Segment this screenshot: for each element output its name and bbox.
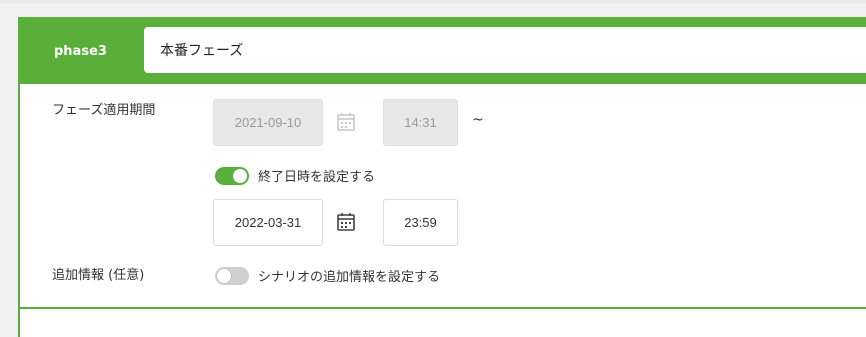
phase-name-input[interactable]: [144, 27, 866, 73]
period-label: フェーズ適用期間: [52, 103, 156, 118]
calendar-icon[interactable]: [335, 211, 357, 233]
extra-info-toggle-label: シナリオの追加情報を設定する: [258, 270, 441, 285]
period-separator: ~: [472, 112, 484, 128]
phase-id-label: phase3: [54, 44, 107, 59]
end-datetime-toggle[interactable]: [215, 167, 249, 185]
end-date-field[interactable]: 2022-03-31: [213, 199, 323, 246]
toggle-knob: [217, 269, 231, 283]
toggle-knob: [233, 169, 247, 183]
phase-card: phase3 フェーズ適用期間 2021-09-10 14:31 ~ 終了日時を…: [18, 17, 866, 337]
extra-info-toggle[interactable]: [215, 267, 249, 285]
top-divider: [0, 0, 866, 3]
phase-header: phase3: [20, 19, 866, 84]
end-datetime-toggle-label: 終了日時を設定する: [258, 170, 376, 185]
calendar-icon: [335, 111, 357, 133]
end-time-field[interactable]: 23:59: [383, 199, 458, 246]
start-time-field[interactable]: 14:31: [383, 99, 458, 146]
extra-info-label: 追加情報 (任意): [52, 268, 145, 283]
start-date-field[interactable]: 2021-09-10: [213, 99, 323, 146]
section-divider: [20, 307, 866, 309]
